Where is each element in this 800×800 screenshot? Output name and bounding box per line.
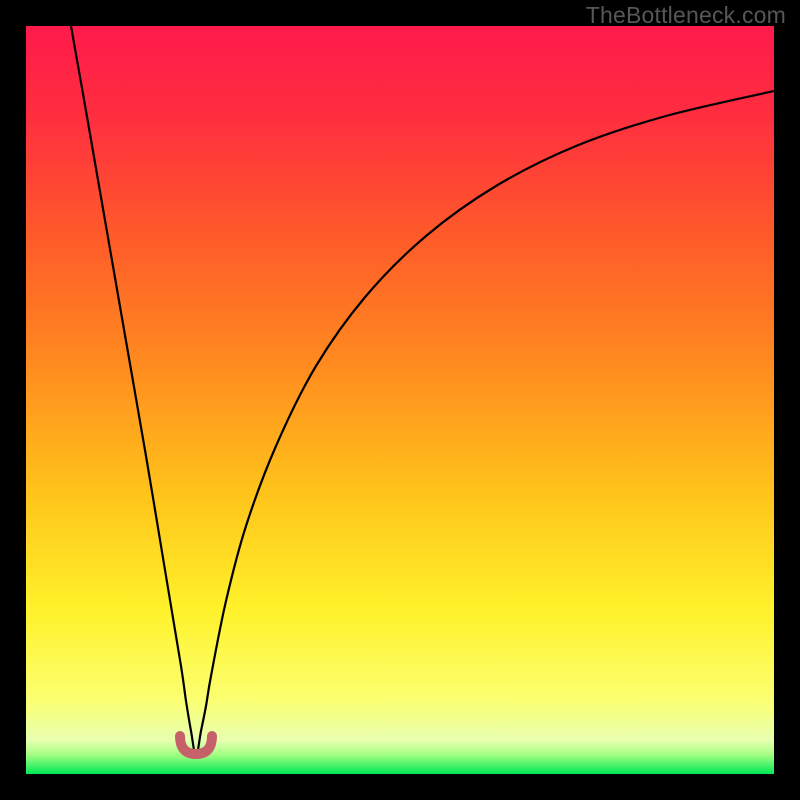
gradient-background <box>26 26 774 774</box>
bottleneck-chart <box>26 26 774 774</box>
chart-plot-area <box>26 26 774 774</box>
watermark-text: TheBottleneck.com <box>586 2 786 29</box>
